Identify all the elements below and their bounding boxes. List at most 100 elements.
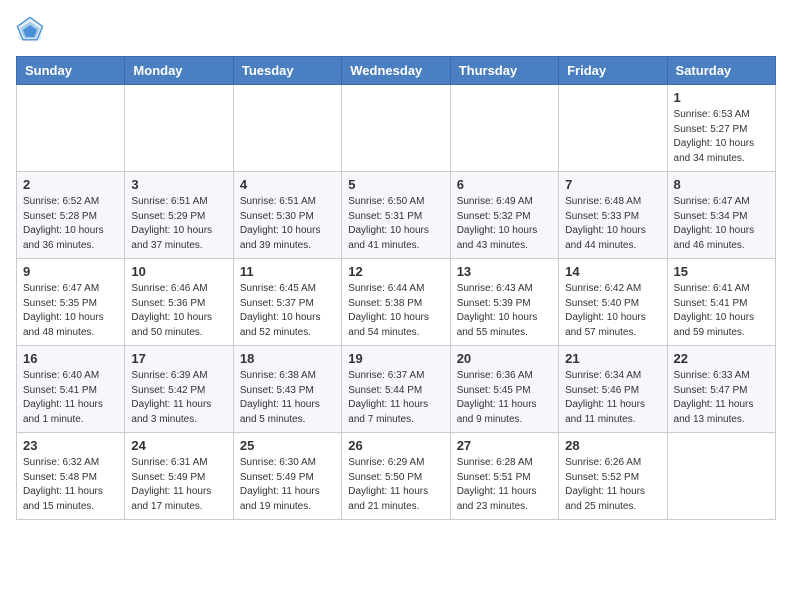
- calendar-cell: 27Sunrise: 6:28 AM Sunset: 5:51 PM Dayli…: [450, 433, 558, 520]
- day-number: 8: [674, 177, 769, 192]
- day-info: Sunrise: 6:52 AM Sunset: 5:28 PM Dayligh…: [23, 195, 118, 253]
- day-number: 5: [348, 177, 443, 192]
- day-number: 11: [240, 264, 335, 279]
- calendar-header-row: SundayMondayTuesdayWednesdayThursdayFrid…: [17, 57, 776, 85]
- day-number: 12: [348, 264, 443, 279]
- calendar-cell: 21Sunrise: 6:34 AM Sunset: 5:46 PM Dayli…: [559, 346, 667, 433]
- calendar-cell: 17 Sunrise: 6:39 AM Sunset: 5:42 PM Dayli…: [125, 346, 233, 433]
- day-info: Sunrise: 6:51 AM Sunset: 5:29 PM Dayligh…: [131, 195, 226, 253]
- day-number: 2: [23, 177, 118, 192]
- day-info: Sunrise: 6:47 AM Sunset: 5:34 PM Dayligh…: [674, 195, 769, 253]
- day-info: Sunrise: 6:49 AM Sunset: 5:32 PM Dayligh…: [457, 195, 552, 253]
- day-number: 15: [674, 264, 769, 279]
- logo: [16, 16, 50, 44]
- day-number: 28: [565, 438, 660, 453]
- day-number: 14: [565, 264, 660, 279]
- calendar-cell: 6 Sunrise: 6:49 AM Sunset: 5:32 PM Daylig…: [450, 172, 558, 259]
- day-info: Sunrise: 6:53 AM Sunset: 5:27 PM Dayligh…: [674, 108, 769, 166]
- calendar-week-row: 16 Sunrise: 6:40 AM Sunset: 5:41 PM Dayli…: [17, 346, 776, 433]
- day-info: Sunrise: 6:33 AM Sunset: 5:47 PM Dayligh…: [674, 369, 769, 427]
- calendar-cell: 28Sunrise: 6:26 AM Sunset: 5:52 PM Dayli…: [559, 433, 667, 520]
- day-number: 18: [240, 351, 335, 366]
- day-info: Sunrise: 6:31 AM Sunset: 5:49 PM Dayligh…: [131, 456, 226, 514]
- calendar-cell: 15 Sunrise: 6:41 AM Sunset: 5:41 PM Dayli…: [667, 259, 775, 346]
- day-info: Sunrise: 6:51 AM Sunset: 5:30 PM Dayligh…: [240, 195, 335, 253]
- calendar-cell: 20Sunrise: 6:36 AM Sunset: 5:45 PM Dayli…: [450, 346, 558, 433]
- calendar-table: SundayMondayTuesdayWednesdayThursdayFrid…: [16, 56, 776, 520]
- day-info: Sunrise: 6:41 AM Sunset: 5:41 PM Dayligh…: [674, 282, 769, 340]
- calendar-cell: [125, 85, 233, 172]
- calendar-cell: [17, 85, 125, 172]
- calendar-cell: 9 Sunrise: 6:47 AM Sunset: 5:35 PM Daylig…: [17, 259, 125, 346]
- calendar-week-row: 9 Sunrise: 6:47 AM Sunset: 5:35 PM Daylig…: [17, 259, 776, 346]
- calendar-week-row: 2 Sunrise: 6:52 AM Sunset: 5:28 PM Daylig…: [17, 172, 776, 259]
- weekday-header: Wednesday: [342, 57, 450, 85]
- day-info: Sunrise: 6:43 AM Sunset: 5:39 PM Dayligh…: [457, 282, 552, 340]
- day-number: 10: [131, 264, 226, 279]
- day-number: 16: [23, 351, 118, 366]
- day-info: Sunrise: 6:47 AM Sunset: 5:35 PM Dayligh…: [23, 282, 118, 340]
- day-info: Sunrise: 6:30 AM Sunset: 5:49 PM Dayligh…: [240, 456, 335, 514]
- calendar-cell: [559, 85, 667, 172]
- day-info: Sunrise: 6:39 AM Sunset: 5:42 PM Dayligh…: [131, 369, 226, 427]
- calendar-cell: 8 Sunrise: 6:47 AM Sunset: 5:34 PM Daylig…: [667, 172, 775, 259]
- calendar-cell: 3 Sunrise: 6:51 AM Sunset: 5:29 PM Daylig…: [125, 172, 233, 259]
- day-info: Sunrise: 6:44 AM Sunset: 5:38 PM Dayligh…: [348, 282, 443, 340]
- weekday-header: Friday: [559, 57, 667, 85]
- day-number: 24: [131, 438, 226, 453]
- calendar-cell: 16 Sunrise: 6:40 AM Sunset: 5:41 PM Dayli…: [17, 346, 125, 433]
- calendar-cell: 5 Sunrise: 6:50 AM Sunset: 5:31 PM Daylig…: [342, 172, 450, 259]
- calendar-cell: 18 Sunrise: 6:38 AM Sunset: 5:43 PM Dayli…: [233, 346, 341, 433]
- day-number: 17: [131, 351, 226, 366]
- calendar-cell: 14 Sunrise: 6:42 AM Sunset: 5:40 PM Dayli…: [559, 259, 667, 346]
- calendar-week-row: 1 Sunrise: 6:53 AM Sunset: 5:27 PM Daylig…: [17, 85, 776, 172]
- day-info: Sunrise: 6:46 AM Sunset: 5:36 PM Dayligh…: [131, 282, 226, 340]
- day-info: Sunrise: 6:37 AM Sunset: 5:44 PM Dayligh…: [348, 369, 443, 427]
- day-number: 19: [348, 351, 443, 366]
- day-number: 1: [674, 90, 769, 105]
- day-number: 9: [23, 264, 118, 279]
- calendar-cell: 2 Sunrise: 6:52 AM Sunset: 5:28 PM Daylig…: [17, 172, 125, 259]
- calendar-cell: [233, 85, 341, 172]
- day-number: 25: [240, 438, 335, 453]
- day-number: 23: [23, 438, 118, 453]
- day-number: 27: [457, 438, 552, 453]
- calendar-cell: 26 Sunrise: 6:29 AM Sunset: 5:50 PM Dayli…: [342, 433, 450, 520]
- logo-icon: [16, 16, 44, 44]
- calendar-cell: 25 Sunrise: 6:30 AM Sunset: 5:49 PM Dayli…: [233, 433, 341, 520]
- day-info: Sunrise: 6:45 AM Sunset: 5:37 PM Dayligh…: [240, 282, 335, 340]
- day-number: 13: [457, 264, 552, 279]
- day-info: Sunrise: 6:42 AM Sunset: 5:40 PM Dayligh…: [565, 282, 660, 340]
- calendar-cell: 24 Sunrise: 6:31 AM Sunset: 5:49 PM Dayli…: [125, 433, 233, 520]
- day-number: 21: [565, 351, 660, 366]
- calendar-cell: [667, 433, 775, 520]
- calendar-week-row: 23 Sunrise: 6:32 AM Sunset: 5:48 PM Dayli…: [17, 433, 776, 520]
- weekday-header: Sunday: [17, 57, 125, 85]
- weekday-header: Thursday: [450, 57, 558, 85]
- weekday-header: Tuesday: [233, 57, 341, 85]
- day-number: 26: [348, 438, 443, 453]
- day-number: 22: [674, 351, 769, 366]
- day-info: Sunrise: 6:40 AM Sunset: 5:41 PM Dayligh…: [23, 369, 118, 427]
- calendar-cell: 4 Sunrise: 6:51 AM Sunset: 5:30 PM Daylig…: [233, 172, 341, 259]
- day-info: Sunrise: 6:38 AM Sunset: 5:43 PM Dayligh…: [240, 369, 335, 427]
- day-info: Sunrise: 6:48 AM Sunset: 5:33 PM Dayligh…: [565, 195, 660, 253]
- day-info: Sunrise: 6:50 AM Sunset: 5:31 PM Dayligh…: [348, 195, 443, 253]
- calendar-cell: 19 Sunrise: 6:37 AM Sunset: 5:44 PM Dayli…: [342, 346, 450, 433]
- calendar-cell: 10 Sunrise: 6:46 AM Sunset: 5:36 PM Dayli…: [125, 259, 233, 346]
- day-number: 20: [457, 351, 552, 366]
- calendar-cell: 13 Sunrise: 6:43 AM Sunset: 5:39 PM Dayli…: [450, 259, 558, 346]
- calendar-cell: 23 Sunrise: 6:32 AM Sunset: 5:48 PM Dayli…: [17, 433, 125, 520]
- day-info: Sunrise: 6:32 AM Sunset: 5:48 PM Dayligh…: [23, 456, 118, 514]
- day-number: 3: [131, 177, 226, 192]
- calendar-cell: 22 Sunrise: 6:33 AM Sunset: 5:47 PM Dayli…: [667, 346, 775, 433]
- day-number: 7: [565, 177, 660, 192]
- day-info: Sunrise: 6:29 AM Sunset: 5:50 PM Dayligh…: [348, 456, 443, 514]
- day-number: 6: [457, 177, 552, 192]
- calendar-cell: [342, 85, 450, 172]
- calendar-cell: 11 Sunrise: 6:45 AM Sunset: 5:37 PM Dayli…: [233, 259, 341, 346]
- day-number: 4: [240, 177, 335, 192]
- calendar-cell: 1 Sunrise: 6:53 AM Sunset: 5:27 PM Daylig…: [667, 85, 775, 172]
- weekday-header: Saturday: [667, 57, 775, 85]
- calendar-cell: 7 Sunrise: 6:48 AM Sunset: 5:33 PM Daylig…: [559, 172, 667, 259]
